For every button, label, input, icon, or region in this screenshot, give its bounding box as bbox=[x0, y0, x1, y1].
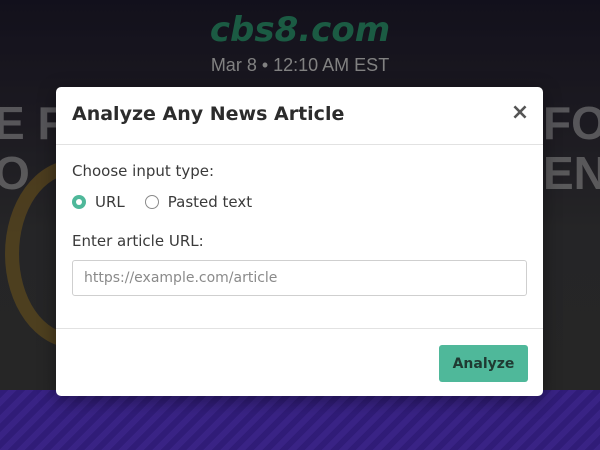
radio-option-pasted-text[interactable]: Pasted text bbox=[144, 193, 253, 211]
analyze-article-dialog: Analyze Any News Article × Choose input … bbox=[56, 87, 543, 396]
radio-option-url[interactable]: URL bbox=[72, 193, 125, 211]
radio-url-label: URL bbox=[95, 193, 125, 211]
article-url-label: Enter article URL: bbox=[72, 232, 204, 250]
input-type-radio-group: URL Pasted text bbox=[72, 193, 272, 211]
analyze-button[interactable]: Analyze bbox=[439, 345, 528, 382]
radio-url[interactable] bbox=[72, 195, 86, 209]
dialog-footer: Analyze bbox=[56, 329, 543, 397]
radio-pasted-text[interactable] bbox=[144, 195, 159, 209]
input-type-label: Choose input type: bbox=[72, 162, 215, 180]
radio-pasted-text-label: Pasted text bbox=[167, 193, 253, 211]
dialog-title: Analyze Any News Article bbox=[72, 103, 345, 125]
article-url-input[interactable] bbox=[72, 260, 527, 296]
dialog-header: Analyze Any News Article × bbox=[56, 87, 543, 145]
dialog-body: Choose input type: URL Pasted text Enter… bbox=[56, 145, 543, 329]
close-button[interactable]: × bbox=[509, 101, 531, 125]
